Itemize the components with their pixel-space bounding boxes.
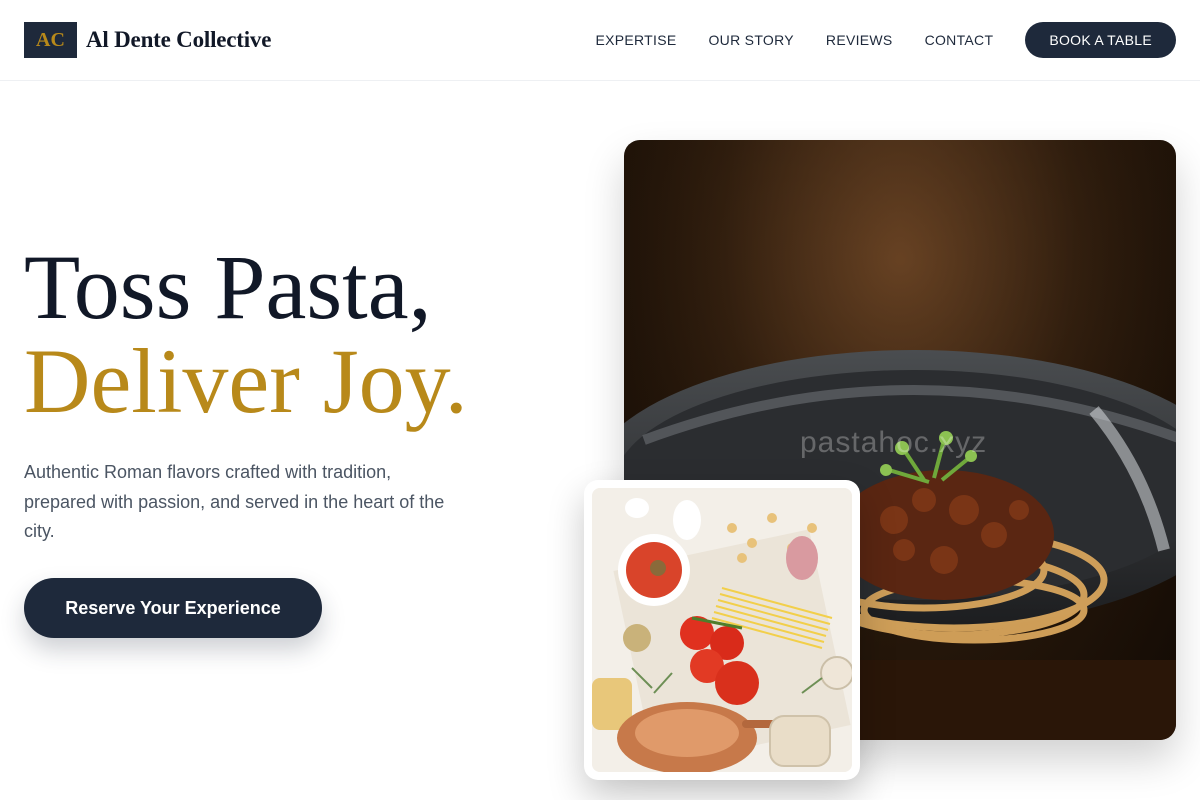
nav-link-reviews[interactable]: REVIEWS bbox=[826, 32, 893, 48]
brand-name: Al Dente Collective bbox=[86, 27, 272, 52]
logo-badge: AC bbox=[24, 22, 77, 58]
headline-line-1: Toss Pasta, bbox=[24, 236, 432, 338]
brand[interactable]: AC Al Dente Collective bbox=[24, 22, 271, 58]
ingredients-illustration bbox=[592, 488, 852, 772]
nav-link-contact[interactable]: CONTACT bbox=[925, 32, 994, 48]
main-nav: EXPERTISE OUR STORY REVIEWS CONTACT BOOK… bbox=[595, 22, 1176, 58]
headline-line-2: Deliver Joy. bbox=[24, 330, 468, 432]
reserve-button[interactable]: Reserve Your Experience bbox=[24, 578, 322, 638]
nav-link-our-story[interactable]: OUR STORY bbox=[708, 32, 793, 48]
hero-headline: Toss Pasta, Deliver Joy. bbox=[24, 240, 468, 428]
ingredients-photo-card bbox=[584, 480, 860, 780]
nav-link-expertise[interactable]: EXPERTISE bbox=[595, 32, 676, 48]
hero-description: Authentic Roman flavors crafted with tra… bbox=[24, 462, 445, 541]
ingredients-photo bbox=[592, 488, 852, 772]
book-table-button[interactable]: BOOK A TABLE bbox=[1025, 22, 1176, 58]
photo-watermark: pastahoc.xyz bbox=[800, 426, 988, 459]
site-header: AC Al Dente Collective EXPERTISE OUR STO… bbox=[0, 0, 1200, 81]
